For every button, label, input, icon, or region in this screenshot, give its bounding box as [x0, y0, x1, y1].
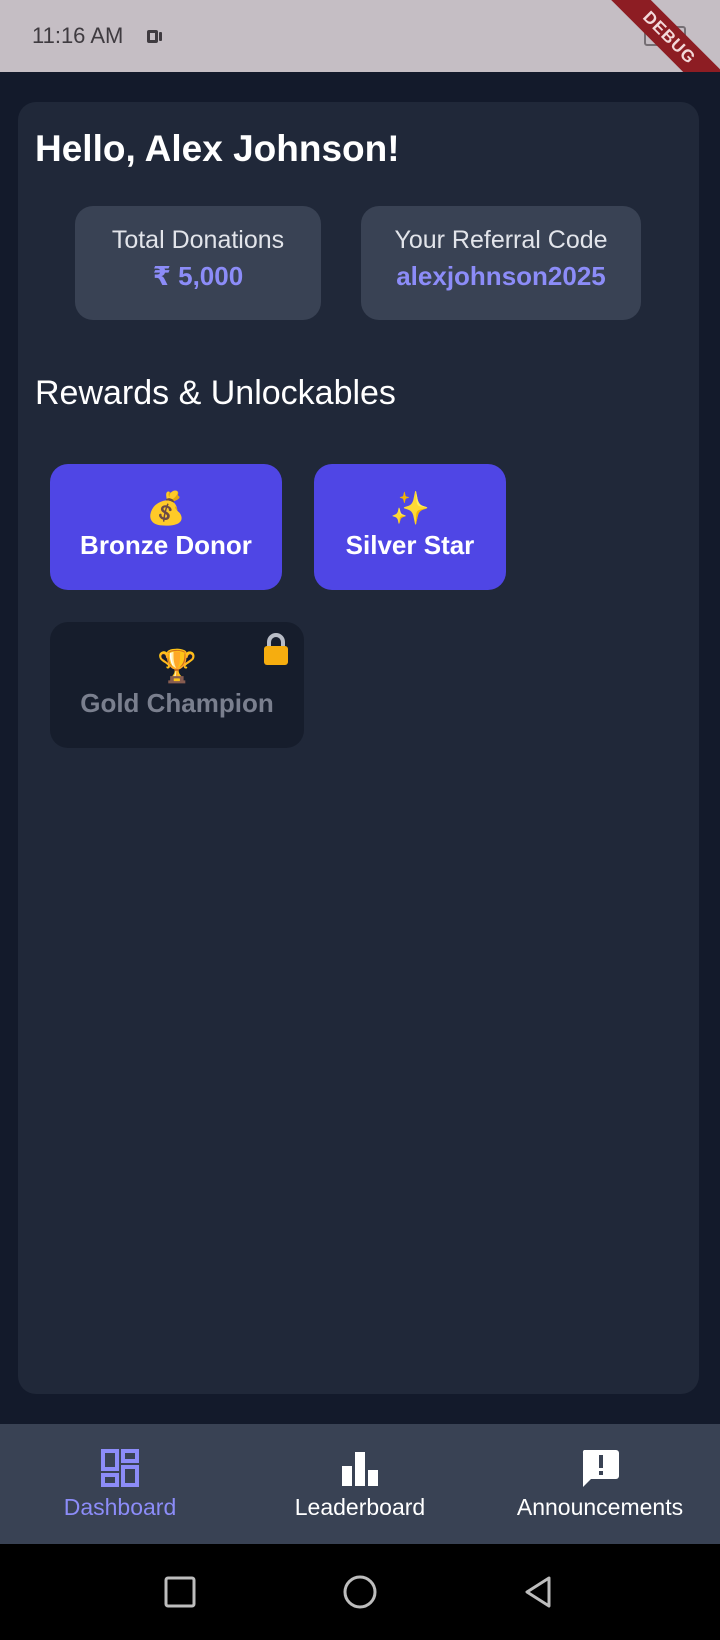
referral-code-box[interactable]: Your Referral Code alexjohnson2025 — [361, 206, 641, 320]
reward-label: Gold Champion — [80, 688, 274, 718]
total-donations-value: ₹ 5,000 — [152, 261, 244, 291]
system-navigation-bar — [0, 1544, 720, 1640]
referral-code-value[interactable]: alexjohnson2025 — [361, 261, 641, 292]
reward-bronze-donor[interactable]: 💰 Bronze Donor — [50, 464, 282, 590]
lock-icon — [264, 633, 288, 665]
bottom-navigation: Dashboard Leaderboard Announcements — [0, 1424, 720, 1544]
nav-announcements-label: Announcements — [516, 1494, 684, 1520]
nav-dashboard-label: Dashboard — [63, 1494, 177, 1520]
announcement-icon — [582, 1450, 619, 1487]
reward-gold-champion[interactable]: 🏆 Gold Champion — [50, 622, 304, 748]
total-donations-box: Total Donations ₹ 5,000 — [75, 206, 321, 320]
reward-label: Bronze Donor — [80, 530, 252, 560]
sparkles-icon: ✨ — [390, 490, 430, 526]
dashboard-icon — [101, 1449, 139, 1487]
dashboard-card: Hello, Alex Johnson! Total Donations ₹ 5… — [18, 102, 699, 1394]
notification-icon — [147, 30, 162, 43]
nav-dashboard[interactable]: Dashboard — [0, 1424, 240, 1544]
reward-silver-star[interactable]: ✨ Silver Star — [314, 464, 506, 590]
recent-apps-icon[interactable] — [162, 1574, 198, 1610]
rewards-section-title: Rewards & Unlockables — [35, 374, 396, 412]
referral-code-label: Your Referral Code — [394, 226, 608, 254]
nav-announcements[interactable]: Announcements — [480, 1424, 720, 1544]
money-bag-icon: 💰 — [146, 490, 186, 526]
reward-label: Silver Star — [345, 530, 475, 560]
debug-ribbon: DEBUG — [591, 0, 720, 72]
nav-leaderboard[interactable]: Leaderboard — [240, 1424, 480, 1544]
total-donations-label: Total Donations — [111, 226, 285, 254]
leaderboard-icon — [342, 1452, 378, 1486]
status-bar: 11:16 AM DEBUG — [0, 0, 720, 72]
back-icon[interactable] — [520, 1574, 556, 1610]
status-time: 11:16 AM — [32, 23, 124, 48]
home-icon[interactable] — [342, 1574, 378, 1610]
greeting-heading: Hello, Alex Johnson! — [35, 128, 400, 169]
nav-leaderboard-label: Leaderboard — [294, 1494, 426, 1520]
